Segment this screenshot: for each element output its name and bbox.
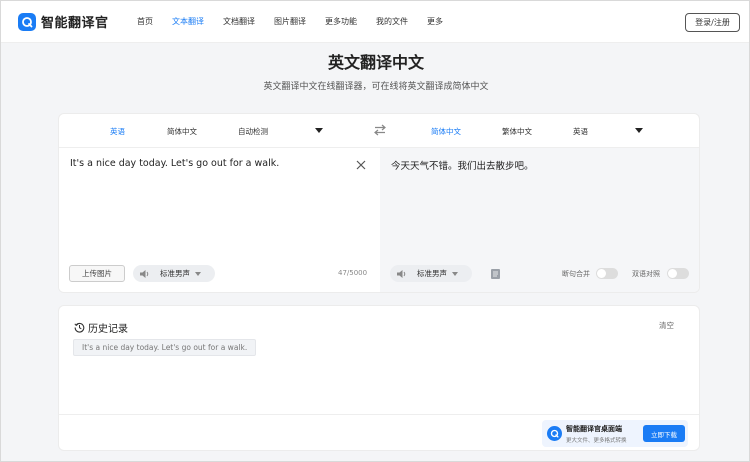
source-lang-auto-detect[interactable]: 自动检测	[238, 126, 268, 137]
target-voice-selector[interactable]: 标准男声	[390, 265, 472, 282]
bilingual-label: 双语对照	[632, 270, 660, 278]
brand-name: 智能翻译官	[41, 16, 109, 31]
download-button[interactable]: 立即下载	[643, 425, 685, 442]
clear-history-button[interactable]: 清空	[659, 320, 674, 331]
page-title: 英文翻译中文	[327, 53, 424, 72]
history-item[interactable]: It's a nice day today. Let's go out for …	[73, 339, 257, 356]
target-lang-dropdown-icon[interactable]	[635, 128, 643, 133]
nav-item-more[interactable]: 更多	[427, 16, 443, 27]
speaker-icon[interactable]	[396, 269, 407, 279]
chevron-down-icon	[452, 271, 458, 276]
target-pane: 今天天气不错。我们出去散步吧。 标准男声 断句合并 双语对照	[380, 148, 699, 292]
speaker-icon[interactable]	[139, 269, 150, 279]
source-pane: It's a nice day today. Let's go out for …	[59, 148, 380, 292]
history-header: 历史记录	[74, 320, 128, 335]
history-title: 历史记录	[88, 324, 128, 335]
source-lang-simplified-chinese[interactable]: 简体中文	[167, 126, 197, 137]
language-bar: 英语 简体中文 自动检测 简体中文 繁体中文 英语	[59, 114, 699, 148]
translator-card: 英语 简体中文 自动检测 简体中文 繁体中文 英语 It's a nice da…	[58, 113, 700, 293]
source-text-input[interactable]: It's a nice day today. Let's go out for …	[70, 158, 279, 169]
target-lang-simplified-chinese[interactable]: 简体中文	[431, 126, 461, 137]
upload-image-button[interactable]: 上传图片	[69, 265, 125, 282]
voice-label: 标准男声	[160, 269, 190, 278]
swap-languages-icon[interactable]	[373, 124, 387, 136]
source-lang-english[interactable]: 英语	[110, 126, 125, 137]
history-card: 历史记录 清空 It's a nice day today. Let's go …	[58, 305, 700, 451]
chevron-down-icon	[195, 271, 201, 276]
main-nav: 首页 文本翻译 文档翻译 图片翻译 更多功能 我的文件 更多	[137, 16, 462, 27]
merge-sentences-toggle[interactable]	[596, 268, 618, 279]
target-lang-english[interactable]: 英语	[573, 126, 588, 137]
target-lang-traditional-chinese[interactable]: 繁体中文	[502, 126, 532, 137]
divider	[59, 414, 699, 415]
brand-logo[interactable]: 智能翻译官	[18, 12, 109, 31]
app-logo-icon	[547, 426, 562, 441]
translation-output: 今天天气不错。我们出去散步吧。	[391, 161, 534, 172]
promo-subtitle: 更大文件、更多格式转换	[566, 438, 627, 444]
voice-label: 标准男声	[417, 269, 447, 278]
nav-item-my-files[interactable]: 我的文件	[376, 16, 408, 27]
source-lang-dropdown-icon[interactable]	[315, 128, 323, 133]
page-subtitle: 英文翻译中文在线翻译器，可在线将英文翻译成简体中文	[263, 82, 489, 92]
char-count: 47/5000	[338, 269, 368, 277]
close-icon[interactable]	[355, 159, 367, 171]
top-header: 智能翻译官 首页 文本翻译 文档翻译 图片翻译 更多功能 我的文件 更多 登录/…	[1, 1, 749, 43]
source-voice-selector[interactable]: 标准男声	[133, 265, 215, 282]
nav-item-image-translate[interactable]: 图片翻译	[274, 16, 306, 27]
bilingual-toggle[interactable]	[667, 268, 689, 279]
nav-item-more-features[interactable]: 更多功能	[325, 16, 357, 27]
promo-title: 智能翻译官桌面端	[566, 425, 622, 433]
copy-icon[interactable]	[490, 268, 501, 280]
desktop-app-promo: 智能翻译官桌面端 更大文件、更多格式转换 立即下载	[542, 420, 688, 447]
logo-icon	[18, 12, 36, 31]
nav-item-doc-translate[interactable]: 文档翻译	[223, 16, 255, 27]
history-icon	[74, 322, 85, 333]
merge-sentences-label: 断句合并	[562, 270, 590, 278]
nav-item-home[interactable]: 首页	[137, 16, 153, 27]
app-window: 智能翻译官 首页 文本翻译 文档翻译 图片翻译 更多功能 我的文件 更多 登录/…	[0, 0, 750, 462]
login-register-button[interactable]: 登录/注册	[685, 13, 740, 32]
nav-item-text-translate[interactable]: 文本翻译	[172, 16, 204, 27]
